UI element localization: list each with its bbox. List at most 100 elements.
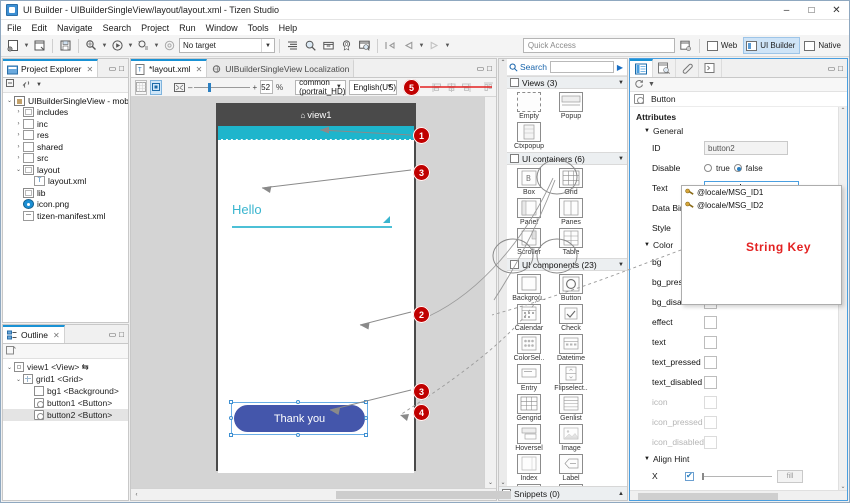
chevron-up-icon[interactable]: ▲ (618, 491, 624, 497)
tree-row-icon-png[interactable]: icon.png (3, 199, 128, 211)
zoom-value-input[interactable]: 52 (260, 80, 273, 94)
twisty-icon[interactable]: ⌄ (14, 376, 23, 383)
tab-project-explorer[interactable]: Project Explorer ✕ (3, 59, 98, 77)
chevron-down-icon[interactable]: ▼ (644, 242, 650, 248)
palette-item-colorselector[interactable]: ColorSel.. (508, 332, 550, 362)
chevron-down-icon[interactable]: ▼ (261, 39, 274, 52)
tab-layout-xml[interactable]: T *layout.xml ✕ (131, 59, 207, 77)
hscroll-thumb[interactable] (336, 491, 511, 499)
menu-navigate[interactable]: Navigate (57, 23, 99, 33)
certificate-icon[interactable] (338, 37, 355, 54)
chevron-down-icon[interactable]: ▼ (618, 80, 624, 86)
tab-properties[interactable] (630, 59, 653, 77)
forward-icon[interactable] (426, 37, 443, 54)
refresh-icon[interactable] (634, 79, 644, 91)
maximize-icon[interactable]: □ (119, 64, 124, 73)
disable-true-radio[interactable] (704, 164, 712, 172)
canvas-vertical-scrollbar[interactable]: ⌄ (484, 97, 496, 488)
search-resource-icon[interactable] (302, 37, 319, 54)
scroll-up-icon[interactable]: ⌃ (840, 107, 845, 114)
align-x-slider[interactable] (702, 476, 772, 477)
close-icon[interactable]: ✕ (196, 65, 203, 74)
palette-item-box[interactable]: B Box (508, 166, 550, 196)
search-icon-label[interactable]: Search (509, 62, 547, 72)
outline-row-view1[interactable]: ⌄ view1 <View> ⇆ (3, 361, 128, 373)
twisty-icon[interactable]: › (14, 109, 23, 115)
tree-row-project[interactable]: ⌄ UIBuilderSingleView - mobile-4.0 (3, 95, 128, 107)
thank-you-button-wrapper[interactable]: Thank you (231, 402, 368, 435)
chevron-down-icon[interactable]: ▼ (618, 156, 624, 162)
palette-group-containers[interactable]: UI containers (6) ▼ (507, 152, 627, 165)
text-color-swatch[interactable] (704, 336, 717, 349)
new-project-icon[interactable] (31, 37, 48, 54)
outline-row-button2[interactable]: button2 <Button> (3, 409, 128, 421)
menu-edit[interactable]: Edit (32, 23, 54, 33)
collapse-all-icon[interactable] (6, 79, 17, 92)
perspective-native[interactable]: Native (802, 37, 845, 54)
tab-event[interactable] (653, 59, 676, 77)
align-x-checkbox[interactable] (685, 472, 694, 481)
text-pressed-color-swatch[interactable] (704, 356, 717, 369)
twisty-icon[interactable]: ⌄ (5, 97, 14, 104)
close-icon[interactable]: ✕ (86, 65, 93, 74)
hello-label[interactable]: Hello (232, 202, 262, 217)
handle-bottom-left[interactable] (229, 433, 233, 437)
palette-search-input[interactable] (550, 61, 614, 73)
scroll-left-icon[interactable]: ‹ (131, 492, 142, 498)
chevron-down-icon[interactable]: ▼ (644, 456, 650, 462)
tree-row-src[interactable]: › src (3, 153, 128, 165)
fit-to-window-icon[interactable] (174, 80, 185, 95)
inspect-icon[interactable] (356, 37, 373, 54)
handle-top-right[interactable] (364, 400, 368, 404)
canvas-horizontal-scrollbar[interactable]: ‹ › (131, 488, 496, 500)
profile-combo[interactable]: common (portrait_HD) ▼ (295, 80, 346, 95)
back-to-icon[interactable] (382, 37, 399, 54)
outline-toggle-icon[interactable] (284, 37, 301, 54)
device-content[interactable]: Hello Thank you (218, 140, 414, 473)
palette-search-go-icon[interactable]: ▶ (617, 63, 625, 72)
tab-localization[interactable]: UIBuilderSingleView Localization (207, 59, 354, 77)
align-top-icon[interactable] (483, 80, 494, 95)
palette-snippets-group[interactable]: Snippets (0) ▲ (499, 486, 627, 500)
palette-item-gengrid[interactable]: Gengrid (508, 392, 550, 422)
palette-item-scroller[interactable]: Scroller (508, 226, 550, 256)
language-combo[interactable]: English(US) ▼ (349, 80, 397, 95)
minimize-icon[interactable]: ▭ (828, 64, 836, 73)
palette-item-check[interactable]: Check (550, 302, 592, 332)
debug-icon[interactable] (135, 37, 152, 54)
menu-help[interactable]: Help (279, 23, 304, 33)
general-section-header[interactable]: ▼ General (630, 124, 838, 138)
zoom-out-icon[interactable]: – (188, 83, 192, 92)
forward-dropdown-icon[interactable]: ▼ (444, 37, 451, 54)
outline-menu-icon[interactable] (6, 345, 17, 358)
palette-item-panel[interactable]: Panel (508, 196, 550, 226)
handle-bottom-right[interactable] (364, 433, 368, 437)
tree-row-includes[interactable]: › includes (3, 107, 128, 119)
tree-row-inc[interactable]: › inc (3, 118, 128, 130)
zoom-slider-knob[interactable] (208, 83, 211, 92)
tab-outline[interactable]: Outline ✕ (3, 325, 65, 343)
palette-item-hoversel[interactable]: Hoversel (508, 422, 550, 452)
minimize-icon[interactable]: ▭ (109, 330, 117, 339)
twisty-icon[interactable]: › (14, 144, 23, 150)
menu-search[interactable]: Search (103, 23, 138, 33)
palette-item-label[interactable]: Label (550, 452, 592, 482)
tab-binding[interactable] (676, 59, 699, 77)
new-file-icon[interactable] (5, 37, 22, 54)
maximize-icon[interactable]: □ (119, 330, 124, 339)
text-disabled-color-swatch[interactable] (704, 376, 717, 389)
minimize-icon[interactable]: ▭ (477, 64, 485, 73)
close-icon[interactable]: ✕ (53, 331, 60, 340)
palette-group-components[interactable]: UI components (23) ▼ (507, 258, 627, 271)
minimize-button[interactable]: – (774, 1, 799, 20)
palette-item-genlist[interactable]: Genlist (550, 392, 592, 422)
palette-scroll[interactable]: ⌃ ⌄ Search ▶ (499, 59, 627, 486)
view-menu-icon[interactable]: ▼ (36, 82, 42, 88)
palette-rail[interactable]: ⌃ ⌄ (499, 59, 507, 486)
perspective-web[interactable]: Web (705, 37, 741, 54)
new-file-dropdown-icon[interactable]: ▼ (23, 37, 30, 54)
outline-row-button1[interactable]: button1 <Button> (3, 397, 128, 409)
handle-middle-left[interactable] (229, 416, 233, 420)
target-combo[interactable]: No target ▼ (179, 38, 275, 53)
twisty-icon[interactable]: › (14, 132, 23, 138)
